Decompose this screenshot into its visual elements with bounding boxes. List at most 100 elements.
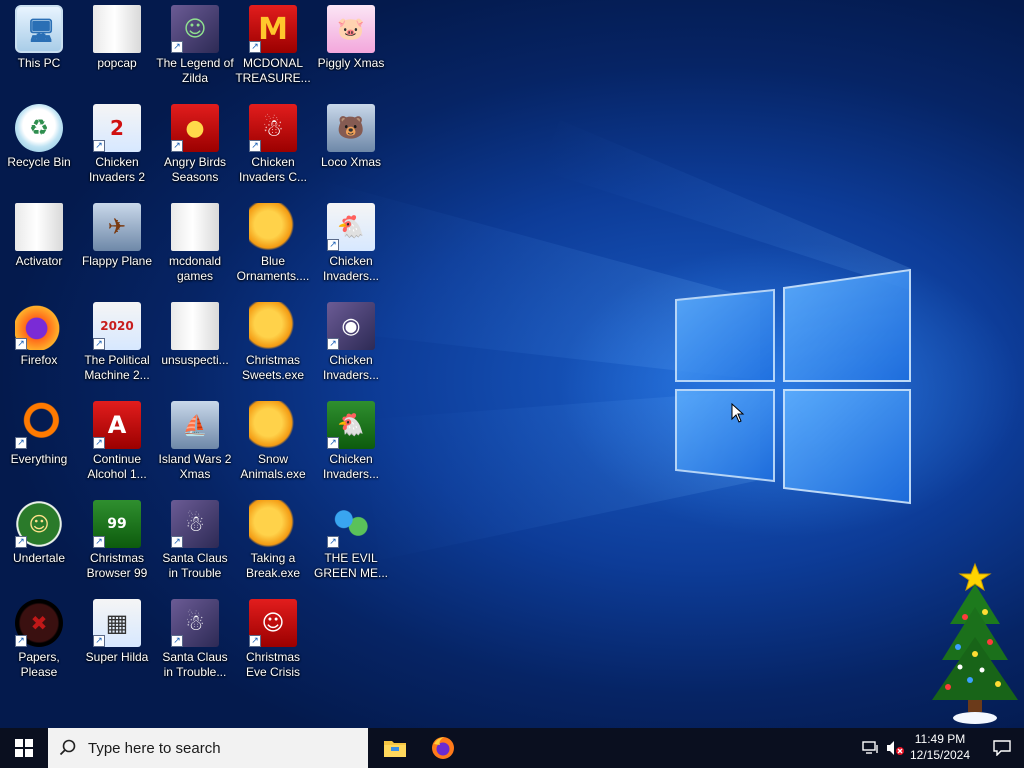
desktop-icon[interactable]: 2 ↗ Chicken Invaders 2 — [78, 104, 156, 203]
network-icon[interactable] — [861, 739, 881, 757]
folder-icon — [15, 203, 63, 251]
desktop-icon[interactable]: Blue Ornaments.... — [234, 203, 312, 302]
desktop-icon-label: The Legend of Zilda — [156, 56, 234, 85]
shortcut-arrow-icon: ↗ — [249, 635, 261, 647]
desktop-icon-label: unsuspecti... — [161, 353, 229, 367]
chicken-invaders-green-icon: 🐔 ↗ — [327, 401, 375, 449]
desktop-icon[interactable]: ♻ Recycle Bin — [0, 104, 78, 203]
action-center-button[interactable] — [980, 728, 1024, 768]
desktop-icon[interactable]: ✈ Flappy Plane — [78, 203, 156, 302]
desktop-icon[interactable]: ↗ THE EVIL GREEN ME... — [312, 500, 390, 599]
ornament-game-icon — [249, 500, 297, 548]
desktop-icon[interactable]: 2020 ↗ The Political Machine 2... — [78, 302, 156, 401]
shortcut-arrow-icon: ↗ — [93, 536, 105, 548]
desktop-icon-label: Santa Claus in Trouble — [162, 551, 228, 580]
notification-icon — [993, 740, 1011, 756]
political-machine-icon: 2020 ↗ — [93, 302, 141, 350]
desktop-icon-label: Super Hilda — [85, 650, 149, 664]
taskbar-search-box[interactable]: Type here to search — [48, 728, 368, 768]
shortcut-arrow-icon: ↗ — [327, 338, 339, 350]
file-explorer-icon — [384, 741, 406, 757]
desktop-icon-label: This PC — [17, 56, 61, 70]
shortcut-arrow-icon: ↗ — [249, 41, 261, 53]
desktop-icon-label: Piggly Xmas — [317, 56, 385, 70]
search-icon — [48, 728, 88, 768]
flappy-plane-icon: ✈ — [93, 203, 141, 251]
chicken-invaders-eggs-icon: ◉ ↗ — [327, 302, 375, 350]
taskbar-clock[interactable]: 11:49 PM 12/15/2024 — [900, 731, 980, 765]
folder-icon — [171, 302, 219, 350]
desktop-icon[interactable]: ☃↗ Santa Claus in Trouble... A... — [156, 599, 234, 698]
shortcut-arrow-icon: ↗ — [93, 140, 105, 152]
desktop-icon[interactable]: ☺ ↗ Undertale — [0, 500, 78, 599]
taskbar-firefox[interactable] — [419, 728, 467, 768]
firefox-icon: ↗ — [15, 302, 63, 350]
desktop-icon[interactable]: 99 ↗ Christmas Browser 99 — [78, 500, 156, 599]
shortcut-arrow-icon: ↗ — [171, 41, 183, 53]
desktop-icon-label: Angry Birds Seasons — [163, 155, 227, 184]
desktop-icon[interactable]: 🐔 ↗ Chicken Invaders... — [312, 203, 390, 302]
windows-logo-icon — [15, 739, 33, 757]
desktop-icon-label: Recycle Bin — [7, 155, 71, 169]
desktop-icon-label: Christmas Browser 99 — [86, 551, 148, 580]
desktop-icon[interactable]: ☺ ↗ Christmas Eve Crisis — [234, 599, 312, 698]
legend-of-zilda-icon: ☺ ↗ — [171, 5, 219, 53]
desktop-icon[interactable]: ● ↗ Angry Birds Seasons — [156, 104, 234, 203]
desktop-icon[interactable]: unsuspecti... — [156, 302, 234, 401]
taskbar: Type here to search 11:49 PM 12/15/2024 — [0, 728, 1024, 768]
desktop-icon[interactable]: popcap — [78, 5, 156, 104]
shortcut-arrow-icon: ↗ — [15, 338, 27, 350]
ornament-game-icon — [249, 302, 297, 350]
desktop-icon-label: Christmas Eve Crisis — [245, 650, 300, 679]
folder-icon — [171, 203, 219, 251]
desktop-icon-label: THE EVIL GREEN ME... — [313, 551, 388, 580]
desktop-icon[interactable]: Taking a Break.exe — [234, 500, 312, 599]
undertale-icon: ☺ ↗ — [15, 500, 63, 548]
chicken-invaders-snowman-icon: ☃ ↗ — [249, 104, 297, 152]
desktop-icon[interactable]: A ↗ Continue Alcohol 1... — [78, 401, 156, 500]
desktop-icon[interactable]: 🐔 ↗ Chicken Invaders... — [312, 401, 390, 500]
folder-icon — [93, 5, 141, 53]
desktop-icon[interactable]: ☺ ↗ The Legend of Zilda — [156, 5, 234, 104]
chicken-invaders-xmas-icon: 🐔 ↗ — [327, 203, 375, 251]
desktop-icon[interactable]: ☃ ↗ Chicken Invaders C... — [234, 104, 312, 203]
shortcut-arrow-icon: ↗ — [171, 536, 183, 548]
desktop-icon[interactable]: 🖥 This PC — [0, 5, 78, 104]
everything-icon: ↗ — [15, 401, 63, 449]
taskbar-file-explorer[interactable] — [371, 728, 419, 768]
santa-claus-icon: ☃ ↗ — [171, 500, 219, 548]
desktop-icon[interactable]: 🐷 Piggly Xmas — [312, 5, 390, 104]
desktop-icon-label: The Political Machine 2... — [84, 353, 150, 382]
desktop-icon-label: Taking a Break.exe — [245, 551, 301, 580]
shortcut-arrow-icon: ↗ — [93, 338, 105, 350]
shortcut-arrow-icon: ↗ — [15, 437, 27, 449]
desktop-icon[interactable]: M ↗ MCDONAL TREASURE... — [234, 5, 312, 104]
desktop-icon-label: Chicken Invaders... — [322, 452, 380, 481]
shortcut-arrow-icon: ↗ — [327, 437, 339, 449]
desktop-icon[interactable]: ↗ Firefox — [0, 302, 78, 401]
desktop-icon-label: Continue Alcohol 1... — [87, 452, 147, 481]
desktop-icon[interactable]: Christmas Sweets.exe — [234, 302, 312, 401]
christmas-browser-icon: 99 ↗ — [93, 500, 141, 548]
start-button[interactable] — [0, 728, 48, 768]
desktop-icon[interactable]: mcdonald games — [156, 203, 234, 302]
desktop-icon-label: Flappy Plane — [81, 254, 153, 268]
this-pc-icon: 🖥 — [15, 5, 63, 53]
desktop-icon[interactable]: ☃ ↗ Santa Claus in Trouble — [156, 500, 234, 599]
desktop-icon[interactable]: ◉ ↗ Chicken Invaders... — [312, 302, 390, 401]
christmas-tree-decoration — [920, 562, 1020, 728]
desktop-icon-label: Papers, Please — [18, 650, 60, 679]
messenger-icon: ↗ — [327, 500, 375, 548]
desktop-icon[interactable]: Snow Animals.exe — [234, 401, 312, 500]
desktop-icon[interactable]: ⛵ Island Wars 2 Xmas — [156, 401, 234, 500]
christmas-eve-crisis-icon: ☺ ↗ — [249, 599, 297, 647]
desktop-icon[interactable]: ✖ ↗ Papers, Please — [0, 599, 78, 698]
desktop-icon-label: popcap — [97, 56, 137, 70]
desktop-icon[interactable]: ↗ Everything — [0, 401, 78, 500]
desktop-icon-label: Chicken Invaders... — [322, 353, 380, 382]
desktop-icon[interactable]: ▦ ↗ Super Hilda — [78, 599, 156, 698]
piggly-xmas-icon: 🐷 — [327, 5, 375, 53]
desktop-icon[interactable]: 🐻 Loco Xmas — [312, 104, 390, 203]
desktop-icon-label: Island Wars 2 Xmas — [158, 452, 232, 481]
desktop-icon[interactable]: Activator — [0, 203, 78, 302]
